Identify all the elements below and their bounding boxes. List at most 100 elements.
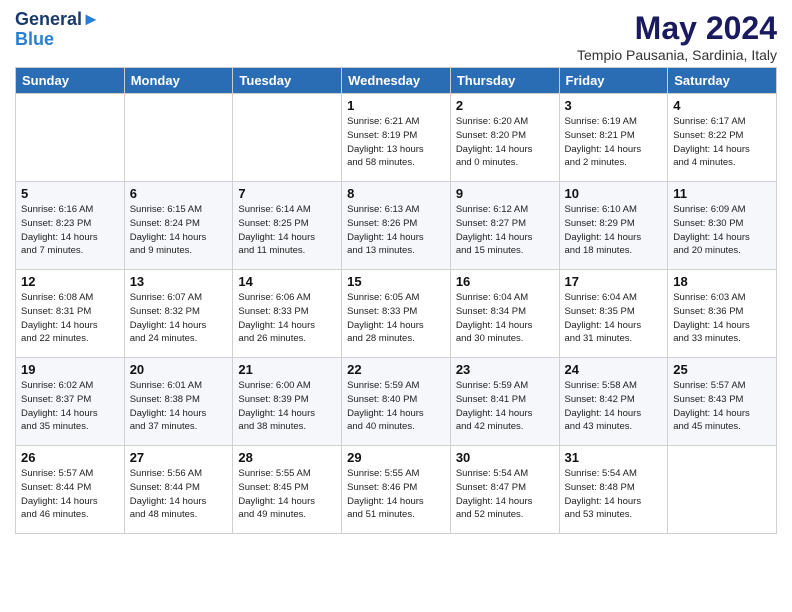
day-info: Sunrise: 6:08 AM Sunset: 8:31 PM Dayligh… — [21, 291, 119, 346]
calendar-cell: 29Sunrise: 5:55 AM Sunset: 8:46 PM Dayli… — [342, 446, 451, 534]
calendar-cell — [16, 94, 125, 182]
calendar-cell: 21 Sunrise: 6:00 AM Sunset: 8:39 PM Dayli… — [233, 358, 342, 446]
calendar-cell: 27Sunrise: 5:56 AM Sunset: 8:44 PM Dayli… — [124, 446, 233, 534]
weekday-header: Wednesday — [342, 68, 451, 94]
weekday-header: Friday — [559, 68, 668, 94]
calendar-cell — [124, 94, 233, 182]
day-number: 28 — [238, 450, 336, 465]
calendar-cell: 24 Sunrise: 5:58 AM Sunset: 8:42 PM Dayli… — [559, 358, 668, 446]
day-info: Sunrise: 6:14 AM Sunset: 8:25 PM Dayligh… — [238, 203, 336, 258]
calendar-cell: 18Sunrise: 6:03 AM Sunset: 8:36 PM Dayli… — [668, 270, 777, 358]
day-number: 7 — [238, 186, 336, 201]
day-info: Sunrise: 6:01 AM Sunset: 8:38 PM Dayligh… — [130, 379, 228, 434]
day-info: Sunrise: 5:57 AM Sunset: 8:43 PM Dayligh… — [673, 379, 771, 434]
calendar-row: 5Sunrise: 6:16 AM Sunset: 8:23 PM Daylig… — [16, 182, 777, 270]
calendar-cell: 28 Sunrise: 5:55 AM Sunset: 8:45 PM Dayli… — [233, 446, 342, 534]
day-number: 13 — [130, 274, 228, 289]
calendar-cell: 31 Sunrise: 5:54 AM Sunset: 8:48 PM Dayli… — [559, 446, 668, 534]
day-info: Sunrise: 6:21 AM Sunset: 8:19 PM Dayligh… — [347, 115, 445, 170]
logo-text: General► — [15, 10, 100, 30]
day-info: Sunrise: 6:00 AM Sunset: 8:39 PM Dayligh… — [238, 379, 336, 434]
day-number: 23 — [456, 362, 554, 377]
calendar-cell: 4 Sunrise: 6:17 AM Sunset: 8:22 PM Daylig… — [668, 94, 777, 182]
calendar-cell: 3Sunrise: 6:19 AM Sunset: 8:21 PM Daylig… — [559, 94, 668, 182]
calendar-cell: 15 Sunrise: 6:05 AM Sunset: 8:33 PM Dayli… — [342, 270, 451, 358]
day-number: 25 — [673, 362, 771, 377]
day-number: 11 — [673, 186, 771, 201]
calendar-cell: 13 Sunrise: 6:07 AM Sunset: 8:32 PM Dayli… — [124, 270, 233, 358]
day-number: 31 — [565, 450, 663, 465]
day-number: 2 — [456, 98, 554, 113]
calendar-cell: 10Sunrise: 6:10 AM Sunset: 8:29 PM Dayli… — [559, 182, 668, 270]
calendar-cell: 2 Sunrise: 6:20 AM Sunset: 8:20 PM Daylig… — [450, 94, 559, 182]
day-info: Sunrise: 6:10 AM Sunset: 8:29 PM Dayligh… — [565, 203, 663, 258]
logo: General► Blue — [15, 10, 100, 50]
page: General► Blue May 2024 Tempio Pausania, … — [0, 0, 792, 612]
calendar-cell: 8Sunrise: 6:13 AM Sunset: 8:26 PM Daylig… — [342, 182, 451, 270]
day-info: Sunrise: 5:55 AM Sunset: 8:45 PM Dayligh… — [238, 467, 336, 522]
day-info: Sunrise: 5:55 AM Sunset: 8:46 PM Dayligh… — [347, 467, 445, 522]
calendar-cell: 11 Sunrise: 6:09 AM Sunset: 8:30 PM Dayli… — [668, 182, 777, 270]
day-info: Sunrise: 5:54 AM Sunset: 8:47 PM Dayligh… — [456, 467, 554, 522]
calendar-cell: 30 Sunrise: 5:54 AM Sunset: 8:47 PM Dayli… — [450, 446, 559, 534]
calendar-cell: 9 Sunrise: 6:12 AM Sunset: 8:27 PM Daylig… — [450, 182, 559, 270]
calendar-cell: 19 Sunrise: 6:02 AM Sunset: 8:37 PM Dayli… — [16, 358, 125, 446]
day-number: 1 — [347, 98, 445, 113]
calendar-cell: 6 Sunrise: 6:15 AM Sunset: 8:24 PM Daylig… — [124, 182, 233, 270]
day-info: Sunrise: 6:06 AM Sunset: 8:33 PM Dayligh… — [238, 291, 336, 346]
header: General► Blue May 2024 Tempio Pausania, … — [15, 10, 777, 63]
day-info: Sunrise: 6:02 AM Sunset: 8:37 PM Dayligh… — [21, 379, 119, 434]
day-number: 21 — [238, 362, 336, 377]
calendar-row: 19 Sunrise: 6:02 AM Sunset: 8:37 PM Dayli… — [16, 358, 777, 446]
day-info: Sunrise: 6:19 AM Sunset: 8:21 PM Dayligh… — [565, 115, 663, 170]
calendar-cell — [233, 94, 342, 182]
day-number: 26 — [21, 450, 119, 465]
calendar-cell: 5Sunrise: 6:16 AM Sunset: 8:23 PM Daylig… — [16, 182, 125, 270]
day-info: Sunrise: 6:07 AM Sunset: 8:32 PM Dayligh… — [130, 291, 228, 346]
calendar-cell: 22Sunrise: 5:59 AM Sunset: 8:40 PM Dayli… — [342, 358, 451, 446]
calendar-cell: 7 Sunrise: 6:14 AM Sunset: 8:25 PM Daylig… — [233, 182, 342, 270]
calendar-cell — [668, 446, 777, 534]
day-info: Sunrise: 6:15 AM Sunset: 8:24 PM Dayligh… — [130, 203, 228, 258]
day-number: 22 — [347, 362, 445, 377]
day-number: 4 — [673, 98, 771, 113]
weekday-header: Tuesday — [233, 68, 342, 94]
day-info: Sunrise: 6:12 AM Sunset: 8:27 PM Dayligh… — [456, 203, 554, 258]
calendar-row: 26Sunrise: 5:57 AM Sunset: 8:44 PM Dayli… — [16, 446, 777, 534]
day-info: Sunrise: 6:05 AM Sunset: 8:33 PM Dayligh… — [347, 291, 445, 346]
day-number: 6 — [130, 186, 228, 201]
day-number: 19 — [21, 362, 119, 377]
calendar-cell: 16 Sunrise: 6:04 AM Sunset: 8:34 PM Dayli… — [450, 270, 559, 358]
day-info: Sunrise: 6:04 AM Sunset: 8:35 PM Dayligh… — [565, 291, 663, 346]
weekday-header: Monday — [124, 68, 233, 94]
day-number: 15 — [347, 274, 445, 289]
day-info: Sunrise: 6:17 AM Sunset: 8:22 PM Dayligh… — [673, 115, 771, 170]
calendar-cell: 26Sunrise: 5:57 AM Sunset: 8:44 PM Dayli… — [16, 446, 125, 534]
day-number: 30 — [456, 450, 554, 465]
day-info: Sunrise: 5:58 AM Sunset: 8:42 PM Dayligh… — [565, 379, 663, 434]
calendar-cell: 25 Sunrise: 5:57 AM Sunset: 8:43 PM Dayli… — [668, 358, 777, 446]
month-title: May 2024 — [577, 10, 777, 47]
day-number: 12 — [21, 274, 119, 289]
day-info: Sunrise: 5:54 AM Sunset: 8:48 PM Dayligh… — [565, 467, 663, 522]
day-number: 9 — [456, 186, 554, 201]
day-info: Sunrise: 5:56 AM Sunset: 8:44 PM Dayligh… — [130, 467, 228, 522]
calendar-cell: 1 Sunrise: 6:21 AM Sunset: 8:19 PM Daylig… — [342, 94, 451, 182]
day-number: 8 — [347, 186, 445, 201]
day-info: Sunrise: 6:20 AM Sunset: 8:20 PM Dayligh… — [456, 115, 554, 170]
calendar-cell: 20Sunrise: 6:01 AM Sunset: 8:38 PM Dayli… — [124, 358, 233, 446]
weekday-header: Saturday — [668, 68, 777, 94]
calendar: SundayMondayTuesdayWednesdayThursdayFrid… — [15, 67, 777, 534]
day-info: Sunrise: 6:04 AM Sunset: 8:34 PM Dayligh… — [456, 291, 554, 346]
day-number: 24 — [565, 362, 663, 377]
day-number: 17 — [565, 274, 663, 289]
calendar-row: 1 Sunrise: 6:21 AM Sunset: 8:19 PM Daylig… — [16, 94, 777, 182]
calendar-cell: 17 Sunrise: 6:04 AM Sunset: 8:35 PM Dayli… — [559, 270, 668, 358]
title-area: May 2024 Tempio Pausania, Sardinia, Ital… — [577, 10, 777, 63]
calendar-cell: 23Sunrise: 5:59 AM Sunset: 8:41 PM Dayli… — [450, 358, 559, 446]
day-info: Sunrise: 6:09 AM Sunset: 8:30 PM Dayligh… — [673, 203, 771, 258]
day-number: 16 — [456, 274, 554, 289]
calendar-cell: 14Sunrise: 6:06 AM Sunset: 8:33 PM Dayli… — [233, 270, 342, 358]
calendar-cell: 12 Sunrise: 6:08 AM Sunset: 8:31 PM Dayli… — [16, 270, 125, 358]
day-info: Sunrise: 6:16 AM Sunset: 8:23 PM Dayligh… — [21, 203, 119, 258]
